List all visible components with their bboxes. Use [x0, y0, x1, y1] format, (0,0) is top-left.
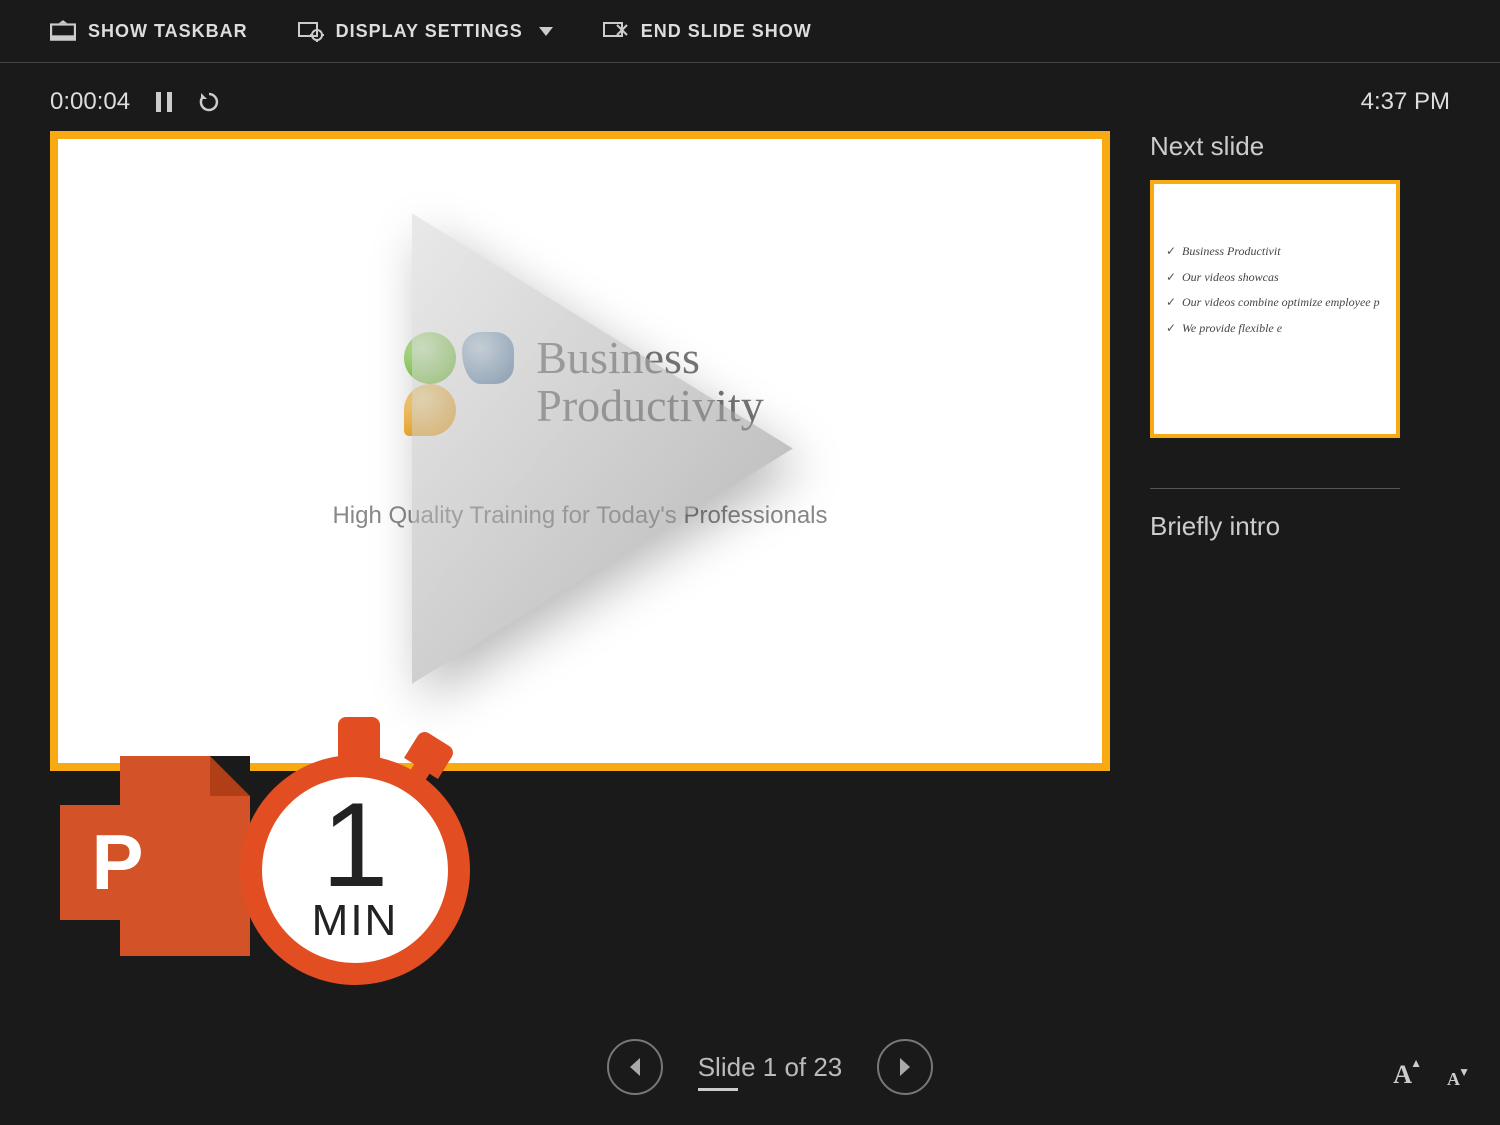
next-bullet: Our videos showcas [1166, 270, 1384, 286]
stopwatch-number: 1 [322, 794, 389, 896]
prev-icon [626, 1056, 644, 1078]
speaker-notes: Briefly intro [1150, 511, 1500, 542]
right-column: Next slide Business Productivit Our vide… [1150, 131, 1500, 771]
elapsed-timer: 0:00:04 [50, 88, 130, 116]
stopwatch-icon: 1 MIN [220, 695, 480, 995]
up-caret-icon: ▲ [1410, 1056, 1422, 1071]
presenter-toolbar: SHOW TASKBAR DISPLAY SETTINGS END SLIDE … [0, 0, 1500, 63]
show-taskbar-button[interactable]: SHOW TASKBAR [50, 20, 248, 42]
restart-timer-button[interactable] [198, 91, 220, 113]
current-slide[interactable]: Business Productivity High Quality Train… [50, 131, 1110, 771]
prev-slide-button[interactable] [607, 1039, 663, 1095]
stopwatch-unit: MIN [312, 896, 399, 946]
increase-font-button[interactable]: A▲ [1393, 1060, 1412, 1090]
decrease-font-button[interactable]: A▼ [1447, 1069, 1460, 1090]
pause-icon [155, 91, 173, 113]
next-bullet: Our videos combine optimize employee p [1166, 295, 1384, 311]
divider [1150, 488, 1400, 489]
pause-button[interactable] [155, 91, 173, 113]
next-slide-button[interactable] [877, 1039, 933, 1095]
end-slideshow-button[interactable]: END SLIDE SHOW [603, 20, 812, 42]
end-slideshow-icon [603, 20, 629, 42]
next-slide-label: Next slide [1150, 131, 1500, 162]
main-row: Business Productivity High Quality Train… [0, 131, 1500, 771]
next-icon [896, 1056, 914, 1078]
chevron-down-icon [539, 27, 553, 36]
display-settings-label: DISPLAY SETTINGS [336, 21, 523, 42]
restart-icon [198, 91, 220, 113]
play-overlay-button[interactable] [300, 169, 860, 734]
next-slide-content: Business Productivit Our videos showcas … [1154, 184, 1396, 434]
overlay-badge: P 1 MIN [60, 720, 480, 995]
show-taskbar-label: SHOW TASKBAR [88, 21, 248, 42]
taskbar-icon [50, 20, 76, 42]
end-slideshow-label: END SLIDE SHOW [641, 21, 812, 42]
font-size-controls: A▲ A▼ [1393, 1060, 1460, 1090]
next-bullet: Business Productivit [1166, 244, 1384, 260]
display-settings-icon [298, 20, 324, 42]
next-slide-thumbnail[interactable]: Business Productivit Our videos showcas … [1150, 180, 1400, 438]
display-settings-button[interactable]: DISPLAY SETTINGS [298, 20, 553, 42]
play-icon [300, 169, 860, 729]
timer-row: 0:00:04 4:37 PM [0, 63, 1500, 131]
slide-counter[interactable]: Slide 1 of 23 [698, 1052, 843, 1083]
down-caret-icon: ▼ [1458, 1065, 1470, 1080]
next-bullet: We provide flexible e [1166, 321, 1384, 337]
powerpoint-letter: P [91, 817, 143, 908]
clock-time: 4:37 PM [1361, 88, 1450, 116]
slide-navigation: Slide 1 of 23 [40, 1039, 1500, 1095]
